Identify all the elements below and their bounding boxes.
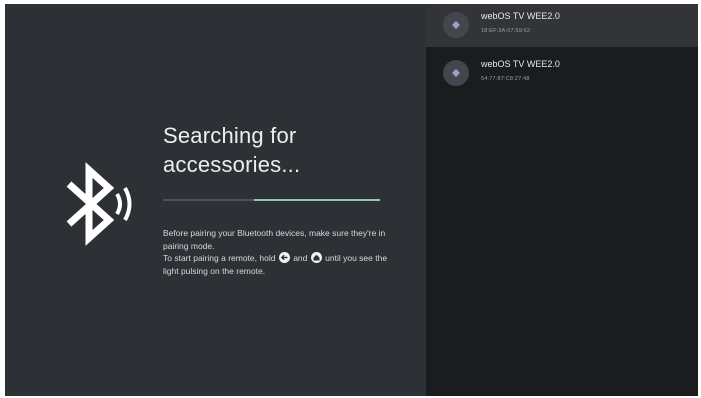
bluetooth-device-icon [443, 60, 469, 86]
back-arrow-icon [278, 252, 290, 263]
bluetooth-searching-icon [66, 162, 132, 246]
page-title: Searching for accessories... [163, 123, 301, 177]
home-icon [310, 252, 322, 263]
pairing-screen: Searching for accessories... Before pair… [5, 4, 698, 396]
search-progress-bar [163, 199, 380, 201]
search-panel: Searching for accessories... Before pair… [5, 4, 426, 396]
search-progress-fill [254, 199, 380, 201]
device-name: webOS TV WEE2.0 [481, 59, 560, 69]
bluetooth-device-icon [443, 12, 469, 38]
device-name: webOS TV WEE2.0 [481, 11, 560, 21]
pairing-instructions: Before pairing your Bluetooth devices, m… [163, 227, 388, 277]
instructions-line2-pre: To start pairing a remote, hold [163, 253, 276, 263]
instructions-line1: Before pairing your Bluetooth devices, m… [163, 228, 386, 251]
device-address: 54:77:87:C8:27:48 [481, 76, 530, 82]
instructions-line2: To start pairing a remote, hold and unti… [163, 252, 388, 277]
device-item[interactable]: webOS TV WEE2.0 54:77:87:C8:27:48 [426, 52, 698, 95]
instructions-line2-mid: and [293, 253, 308, 263]
device-list: webOS TV WEE2.0 18:EF:3A:07:59:62 webOS … [426, 4, 698, 396]
device-address: 18:EF:3A:07:59:62 [481, 28, 531, 34]
device-item[interactable]: webOS TV WEE2.0 18:EF:3A:07:59:62 [426, 4, 698, 47]
